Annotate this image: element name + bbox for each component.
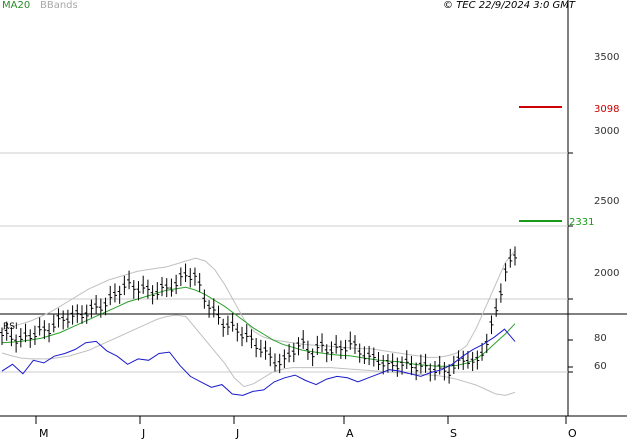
month-label: J (236, 427, 240, 440)
rsi-tick-label: 80 (594, 333, 607, 344)
rsi-line (1, 328, 516, 396)
price-tick-label: 3500 (594, 52, 620, 63)
month-label: J (142, 427, 146, 440)
month-label: S (450, 427, 457, 440)
price-tick-label: 2000 (594, 268, 620, 279)
bband-lower-line (1, 314, 516, 396)
month-label: O (568, 427, 577, 440)
resistance-value: 3098 (594, 104, 620, 115)
month-label: A (346, 427, 354, 440)
ma20-legend: MA20 (2, 0, 31, 11)
rsi-title: RSI (3, 322, 18, 332)
bbands-legend: BBands (40, 0, 78, 11)
price-tick-label: 2500 (594, 196, 620, 207)
chart-canvas (0, 0, 627, 424)
price-tick-label: 3000 (594, 126, 620, 137)
rsi-tick-label: 60 (594, 361, 607, 372)
bband-upper-line (1, 250, 516, 358)
month-label: M (39, 427, 49, 440)
ma-value: 2331 (569, 217, 595, 228)
copyright-text: © TEC 22/9/2024 3:0 GMT (443, 0, 575, 11)
